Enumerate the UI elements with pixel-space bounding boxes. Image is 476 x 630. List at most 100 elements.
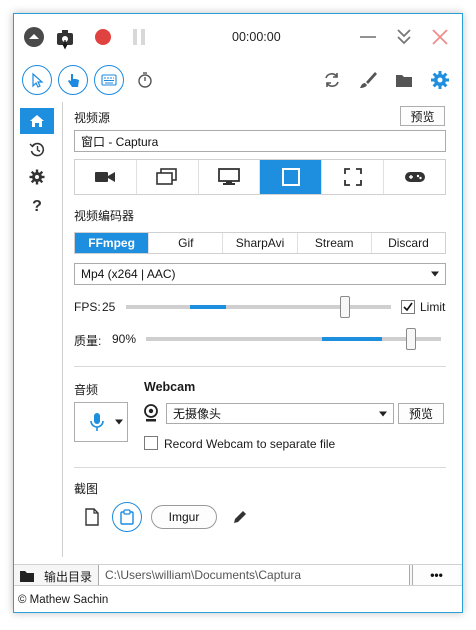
- webcam-separate-file-checkbox[interactable]: [144, 436, 158, 450]
- gamepad-icon: [404, 172, 425, 182]
- audio-source-button[interactable]: [74, 402, 128, 442]
- source-window-option[interactable]: [260, 160, 323, 194]
- webcam-icon: [144, 404, 158, 422]
- divider: [74, 366, 446, 367]
- fps-limit-checkbox[interactable]: [401, 300, 415, 314]
- source-region-option[interactable]: [322, 160, 385, 194]
- webcam-separate-file-label: Record Webcam to separate file: [164, 437, 336, 451]
- video-source-type-selector: [74, 159, 446, 195]
- timer-button[interactable]: [136, 70, 154, 90]
- source-window-list-option[interactable]: [137, 160, 199, 194]
- clipboard-icon: [120, 509, 134, 525]
- webcam-dropdown[interactable]: 无摄像头: [166, 403, 394, 424]
- video-encoder-label: 视频编码器: [74, 209, 135, 223]
- save-to-disk-button[interactable]: [82, 506, 102, 528]
- video-camera-icon: [95, 172, 116, 182]
- record-icon: [95, 29, 111, 45]
- tab-ffmpeg[interactable]: FFmpeg: [75, 233, 150, 253]
- brush-button[interactable]: [358, 70, 378, 90]
- tab-discard[interactable]: Discard: [372, 233, 445, 253]
- webcam-label: Webcam: [144, 380, 196, 394]
- folder-icon: [20, 571, 34, 582]
- sidebar-item-history[interactable]: [20, 136, 54, 162]
- clicks-toggle-button[interactable]: [58, 65, 88, 95]
- quality-slider-fill: [322, 337, 382, 341]
- source-screen-option[interactable]: [199, 160, 261, 194]
- pencil-icon: [234, 511, 246, 523]
- hand-pointer-icon: [68, 74, 79, 87]
- source-game-option[interactable]: [384, 160, 445, 194]
- tab-stream[interactable]: Stream: [298, 233, 372, 253]
- gear-icon: [29, 169, 45, 185]
- checkmark-icon: [403, 302, 413, 312]
- source-webcam-option[interactable]: [75, 160, 137, 194]
- video-source-field[interactable]: 窗口 - Captura: [74, 130, 446, 152]
- close-button[interactable]: [430, 27, 450, 47]
- sidebar-divider: [62, 102, 63, 557]
- refresh-icon: [325, 73, 339, 87]
- fps-label: FPS:: [74, 300, 101, 314]
- tab-sharpavi[interactable]: SharpAvi: [223, 233, 298, 253]
- codec-dropdown[interactable]: Mp4 (x264 | AAC): [74, 263, 446, 285]
- help-icon: ?: [32, 198, 42, 215]
- codec-value: Mp4 (x264 | AAC): [81, 267, 176, 281]
- home-icon: [30, 115, 44, 127]
- refresh-button[interactable]: [322, 70, 342, 90]
- chevron-down-icon: [431, 271, 439, 277]
- fps-slider-thumb[interactable]: [340, 296, 350, 318]
- audio-label: 音频: [74, 383, 99, 397]
- chevron-down-icon: [115, 419, 123, 425]
- webcam-icon-wrap: [142, 402, 160, 424]
- screenshot-label: 截图: [74, 482, 99, 496]
- video-source-label: 视频源: [74, 111, 111, 125]
- stopwatch-icon: [138, 72, 152, 88]
- keyboard-icon: [101, 74, 117, 86]
- keystrokes-toggle-button[interactable]: [94, 65, 124, 95]
- quality-slider-thumb[interactable]: [406, 328, 416, 350]
- tab-gif[interactable]: Gif: [149, 233, 224, 253]
- fps-slider-fill: [190, 305, 226, 309]
- open-folder-button[interactable]: [394, 70, 414, 90]
- pause-button[interactable]: [130, 28, 148, 46]
- captura-window: 00:00:00 ? 视频源 预览 窗口 - Captura 视频编码器 FFm…: [13, 13, 463, 613]
- brush-icon: [360, 72, 377, 88]
- imgur-button[interactable]: Imgur: [151, 505, 217, 529]
- output-path-field[interactable]: C:\Users\william\Documents\Captura: [98, 565, 410, 585]
- editor-button[interactable]: [230, 507, 250, 527]
- open-output-folder-button[interactable]: [18, 567, 36, 585]
- output-folder-label: 输出目录: [44, 570, 93, 584]
- collapse-button[interactable]: [23, 26, 45, 48]
- region-select-icon: [343, 168, 362, 186]
- minimize-icon: [360, 36, 376, 38]
- quality-label: 质量:: [74, 334, 102, 348]
- sidebar-item-home[interactable]: [20, 108, 54, 134]
- more-options-button[interactable]: •••: [412, 565, 460, 585]
- minimize-to-tray-button[interactable]: [394, 26, 414, 48]
- collapse-up-icon: [24, 27, 44, 47]
- window-square-icon: [281, 168, 300, 186]
- screenshot-button[interactable]: [54, 26, 76, 50]
- history-icon: [29, 142, 45, 157]
- video-source-preview-button[interactable]: 预览: [400, 106, 445, 126]
- fps-limit-label: Limit: [420, 300, 446, 314]
- cursor-icon: [32, 72, 44, 88]
- sidebar-item-settings[interactable]: [20, 164, 54, 190]
- monitor-icon: [218, 168, 240, 185]
- double-chevron-down-icon: [397, 29, 411, 45]
- webcam-selected-value: 无摄像头: [173, 407, 222, 421]
- quality-value: 90%: [112, 332, 137, 346]
- clipboard-button[interactable]: [112, 502, 142, 532]
- fps-slider[interactable]: [126, 305, 391, 309]
- encoder-tabs: FFmpeg Gif SharpAvi Stream Discard: [74, 232, 446, 254]
- copyright-text: © Mathew Sachin: [18, 594, 109, 606]
- gear-icon: [431, 71, 449, 89]
- recording-timer: 00:00:00: [232, 30, 281, 44]
- sidebar-item-help[interactable]: ?: [20, 194, 54, 220]
- minimize-button[interactable]: [358, 27, 378, 47]
- cursor-toggle-button[interactable]: [22, 65, 52, 95]
- record-button[interactable]: [94, 28, 112, 46]
- quality-slider[interactable]: [146, 337, 441, 341]
- output-folder-bar: 输出目录 C:\Users\william\Documents\Captura …: [14, 564, 462, 586]
- settings-button[interactable]: [430, 70, 450, 90]
- webcam-preview-button[interactable]: 预览: [398, 403, 444, 424]
